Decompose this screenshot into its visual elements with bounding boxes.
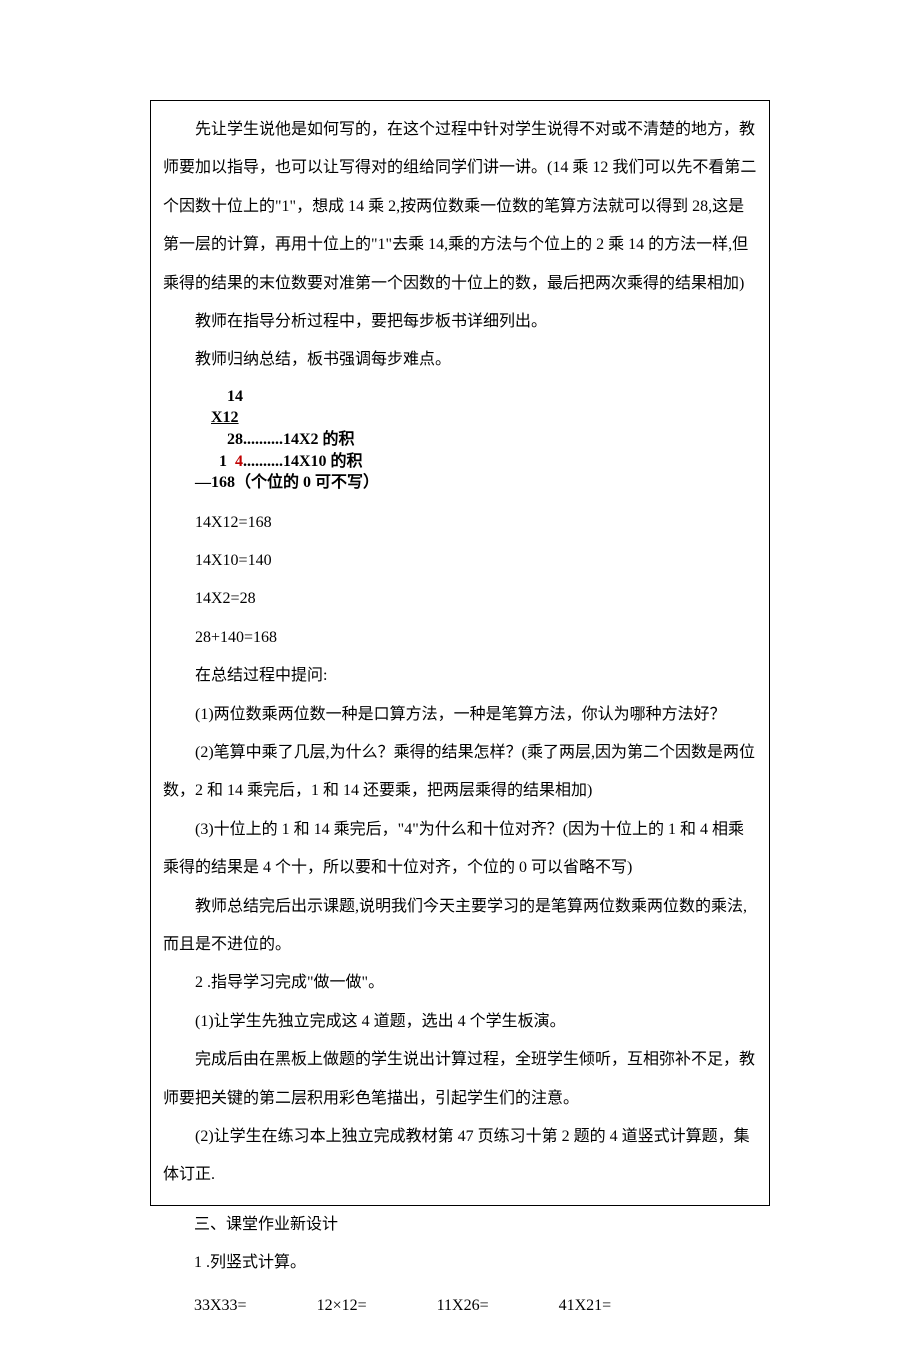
question-1: (1)两位数乘两位数一种是口算方法，一种是笔算方法，你认为哪种方法好？ <box>163 696 757 734</box>
equation-1: 14X12=168 <box>195 504 757 542</box>
homework-problem-1: 33X33= <box>194 1287 247 1325</box>
calc-line-2-multiplier: X12 <box>211 409 239 426</box>
calc-line-3: 28..........14X2 的积 <box>195 431 355 448</box>
paragraph-questions-intro: 在总结过程中提问: <box>163 657 757 695</box>
homework-heading: 三、课堂作业新设计 <box>162 1206 758 1244</box>
equation-4: 28+140=168 <box>195 619 757 657</box>
homework-problem-3: 11X26= <box>437 1287 489 1325</box>
homework-problem-4: 41X21= <box>559 1287 612 1325</box>
section-2-item-1-detail: 完成后由在黑板上做题的学生说出计算过程，全班学生倾听，互相弥补不足，教师要把关键… <box>163 1041 757 1118</box>
paragraph-conclusion: 教师总结完后出示课题,说明我们今天主要学习的是笔算两位数乘两位数的乘法,而且是不… <box>163 888 757 965</box>
paragraph-teacher-summary: 教师归纳总结，板书强调每步难点。 <box>163 341 757 379</box>
calc-line-4b: ..........14X10 的积 <box>243 453 363 470</box>
section-2-item-1: (1)让学生先独立完成这 4 道题，选出 4 个学生板演。 <box>163 1003 757 1041</box>
equation-2: 14X10=140 <box>195 542 757 580</box>
section-2-item-2: (2)让学生在练习本上独立完成教材第 47 页练习十第 2 题的 4 道竖式计算… <box>163 1118 757 1195</box>
equation-3: 14X2=28 <box>195 580 757 618</box>
homework-section: 三、课堂作业新设计 1 .列竖式计算。 33X33= 12×12= 11X26=… <box>150 1206 770 1325</box>
lesson-plan-box: 先让学生说他是如何写的，在这个过程中针对学生说得不对或不清楚的地方，教师要加以指… <box>150 100 770 1206</box>
paragraph-intro: 先让学生说他是如何写的，在这个过程中针对学生说得不对或不清楚的地方，教师要加以指… <box>163 111 757 303</box>
vertical-calculation: 14 X12 28..........14X2 的积 1 4..........… <box>195 386 757 494</box>
question-2: (2)笔算中乘了几层,为什么？乘得的结果怎样？(乘了两层,因为第二个因数是两位数… <box>163 734 757 811</box>
calc-line-4a: 1 <box>195 453 235 470</box>
section-2-heading: 2 .指导学习完成"做一做"。 <box>163 964 757 1002</box>
paragraph-teacher-guide: 教师在指导分析过程中，要把每步板书详细列出。 <box>163 303 757 341</box>
calc-line-5: —168（个位的 0 可不写） <box>195 474 379 491</box>
calc-line-4-red-digit: 4 <box>235 453 243 470</box>
calc-line-2a <box>195 409 211 426</box>
homework-subheading: 1 .列竖式计算。 <box>162 1244 758 1282</box>
homework-problems-row: 33X33= 12×12= 11X26= 41X21= <box>194 1287 758 1325</box>
equation-list: 14X12=168 14X10=140 14X2=28 28+140=168 <box>195 504 757 658</box>
question-3: (3)十位上的 1 和 14 乘完后，"4"为什么和十位对齐？(因为十位上的 1… <box>163 811 757 888</box>
calc-line-1: 14 <box>195 388 243 405</box>
document-page: 先让学生说他是如何写的，在这个过程中针对学生说得不对或不清楚的地方，教师要加以指… <box>0 0 920 1365</box>
homework-problem-2: 12×12= <box>317 1287 367 1325</box>
